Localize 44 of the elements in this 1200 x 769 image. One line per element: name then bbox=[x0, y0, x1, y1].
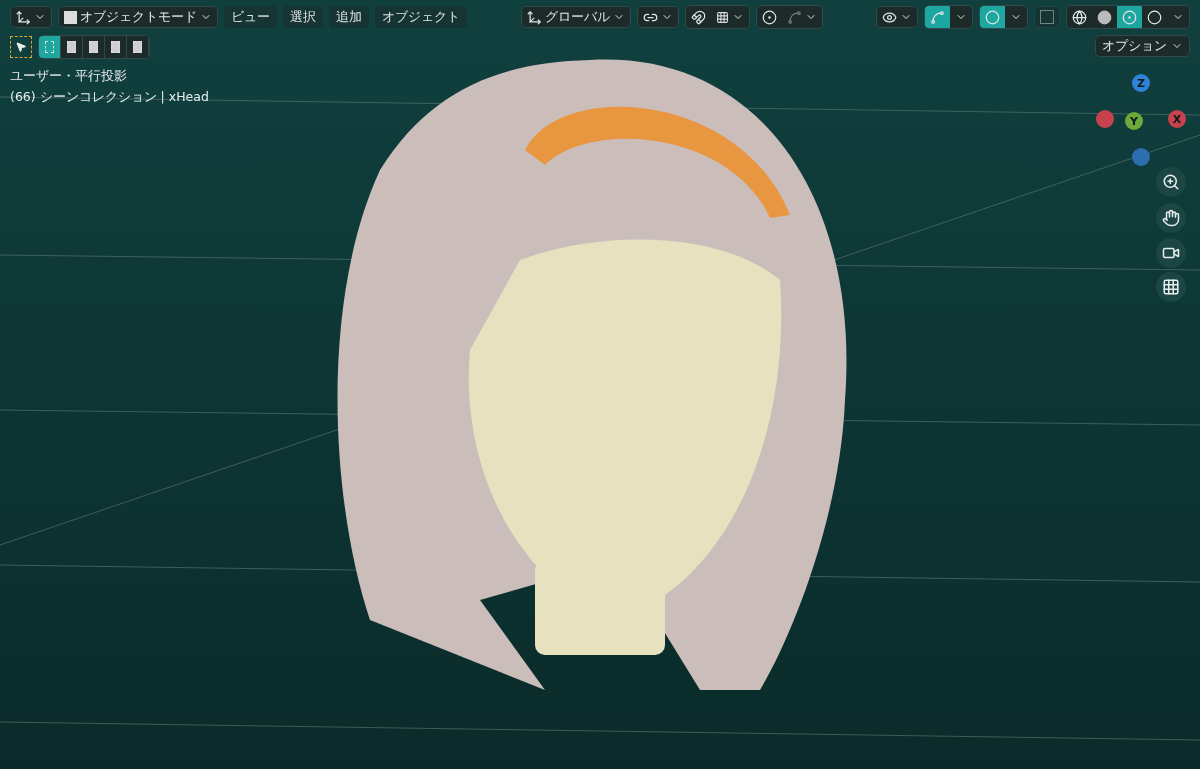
pivot-dropdown[interactable] bbox=[636, 6, 679, 28]
negative-x-axis-icon bbox=[1096, 110, 1114, 128]
orientation-dropdown[interactable]: グローバル bbox=[520, 6, 631, 28]
axes-icon bbox=[16, 9, 31, 25]
select-mode-button[interactable] bbox=[39, 36, 61, 58]
target-icon bbox=[761, 9, 777, 25]
curve-icon bbox=[786, 9, 802, 25]
select-mode-icon bbox=[133, 41, 142, 53]
menu-item[interactable]: 選択 bbox=[283, 6, 323, 28]
select-mode-icon bbox=[67, 41, 76, 53]
xray-square-icon bbox=[1040, 10, 1054, 24]
select-tool-button[interactable] bbox=[10, 36, 32, 58]
eye-icon bbox=[882, 9, 897, 25]
select-mode-icon bbox=[89, 41, 98, 53]
camera-button[interactable] bbox=[1156, 238, 1186, 268]
menu-item[interactable]: 追加 bbox=[329, 6, 369, 28]
grid-icon bbox=[1162, 278, 1180, 296]
options-dropdown[interactable]: オプション bbox=[1095, 35, 1190, 57]
viewport-info-text: (66) シーンコレクション | xHead bbox=[10, 88, 209, 106]
gizmo-toggle[interactable] bbox=[925, 6, 950, 28]
mode-dropdown[interactable]: オブジェクトモード bbox=[58, 6, 218, 28]
menu-item[interactable]: ビュー bbox=[224, 6, 277, 28]
axes-icon bbox=[526, 9, 542, 25]
editor-type-button[interactable] bbox=[10, 6, 52, 28]
select-mode-icon bbox=[111, 41, 120, 53]
negative-z-axis-icon bbox=[1132, 148, 1150, 166]
wireframe-sphere-icon bbox=[1072, 9, 1087, 25]
viewport-info-text: ユーザー・平行投影 bbox=[10, 67, 128, 85]
select-mode-icon bbox=[45, 41, 54, 53]
grid-view-button[interactable] bbox=[1156, 272, 1186, 302]
visibility-dropdown[interactable] bbox=[876, 6, 918, 28]
zoom-button[interactable] bbox=[1156, 167, 1186, 197]
axis-label[interactable]: Z bbox=[1132, 74, 1150, 92]
solid-sphere-icon bbox=[1097, 9, 1112, 25]
axis-label[interactable]: X bbox=[1168, 110, 1186, 128]
magnet-icon bbox=[690, 9, 706, 25]
overlay-toggle[interactable] bbox=[980, 6, 1005, 28]
axis-label[interactable]: Y bbox=[1125, 112, 1143, 130]
hand-icon bbox=[1162, 209, 1180, 227]
zoom-icon bbox=[1162, 173, 1180, 191]
pan-button[interactable] bbox=[1156, 203, 1186, 233]
cursor-icon bbox=[15, 41, 27, 53]
xray-toggle[interactable] bbox=[1034, 6, 1060, 28]
menu-item[interactable]: オブジェクト bbox=[375, 6, 467, 28]
